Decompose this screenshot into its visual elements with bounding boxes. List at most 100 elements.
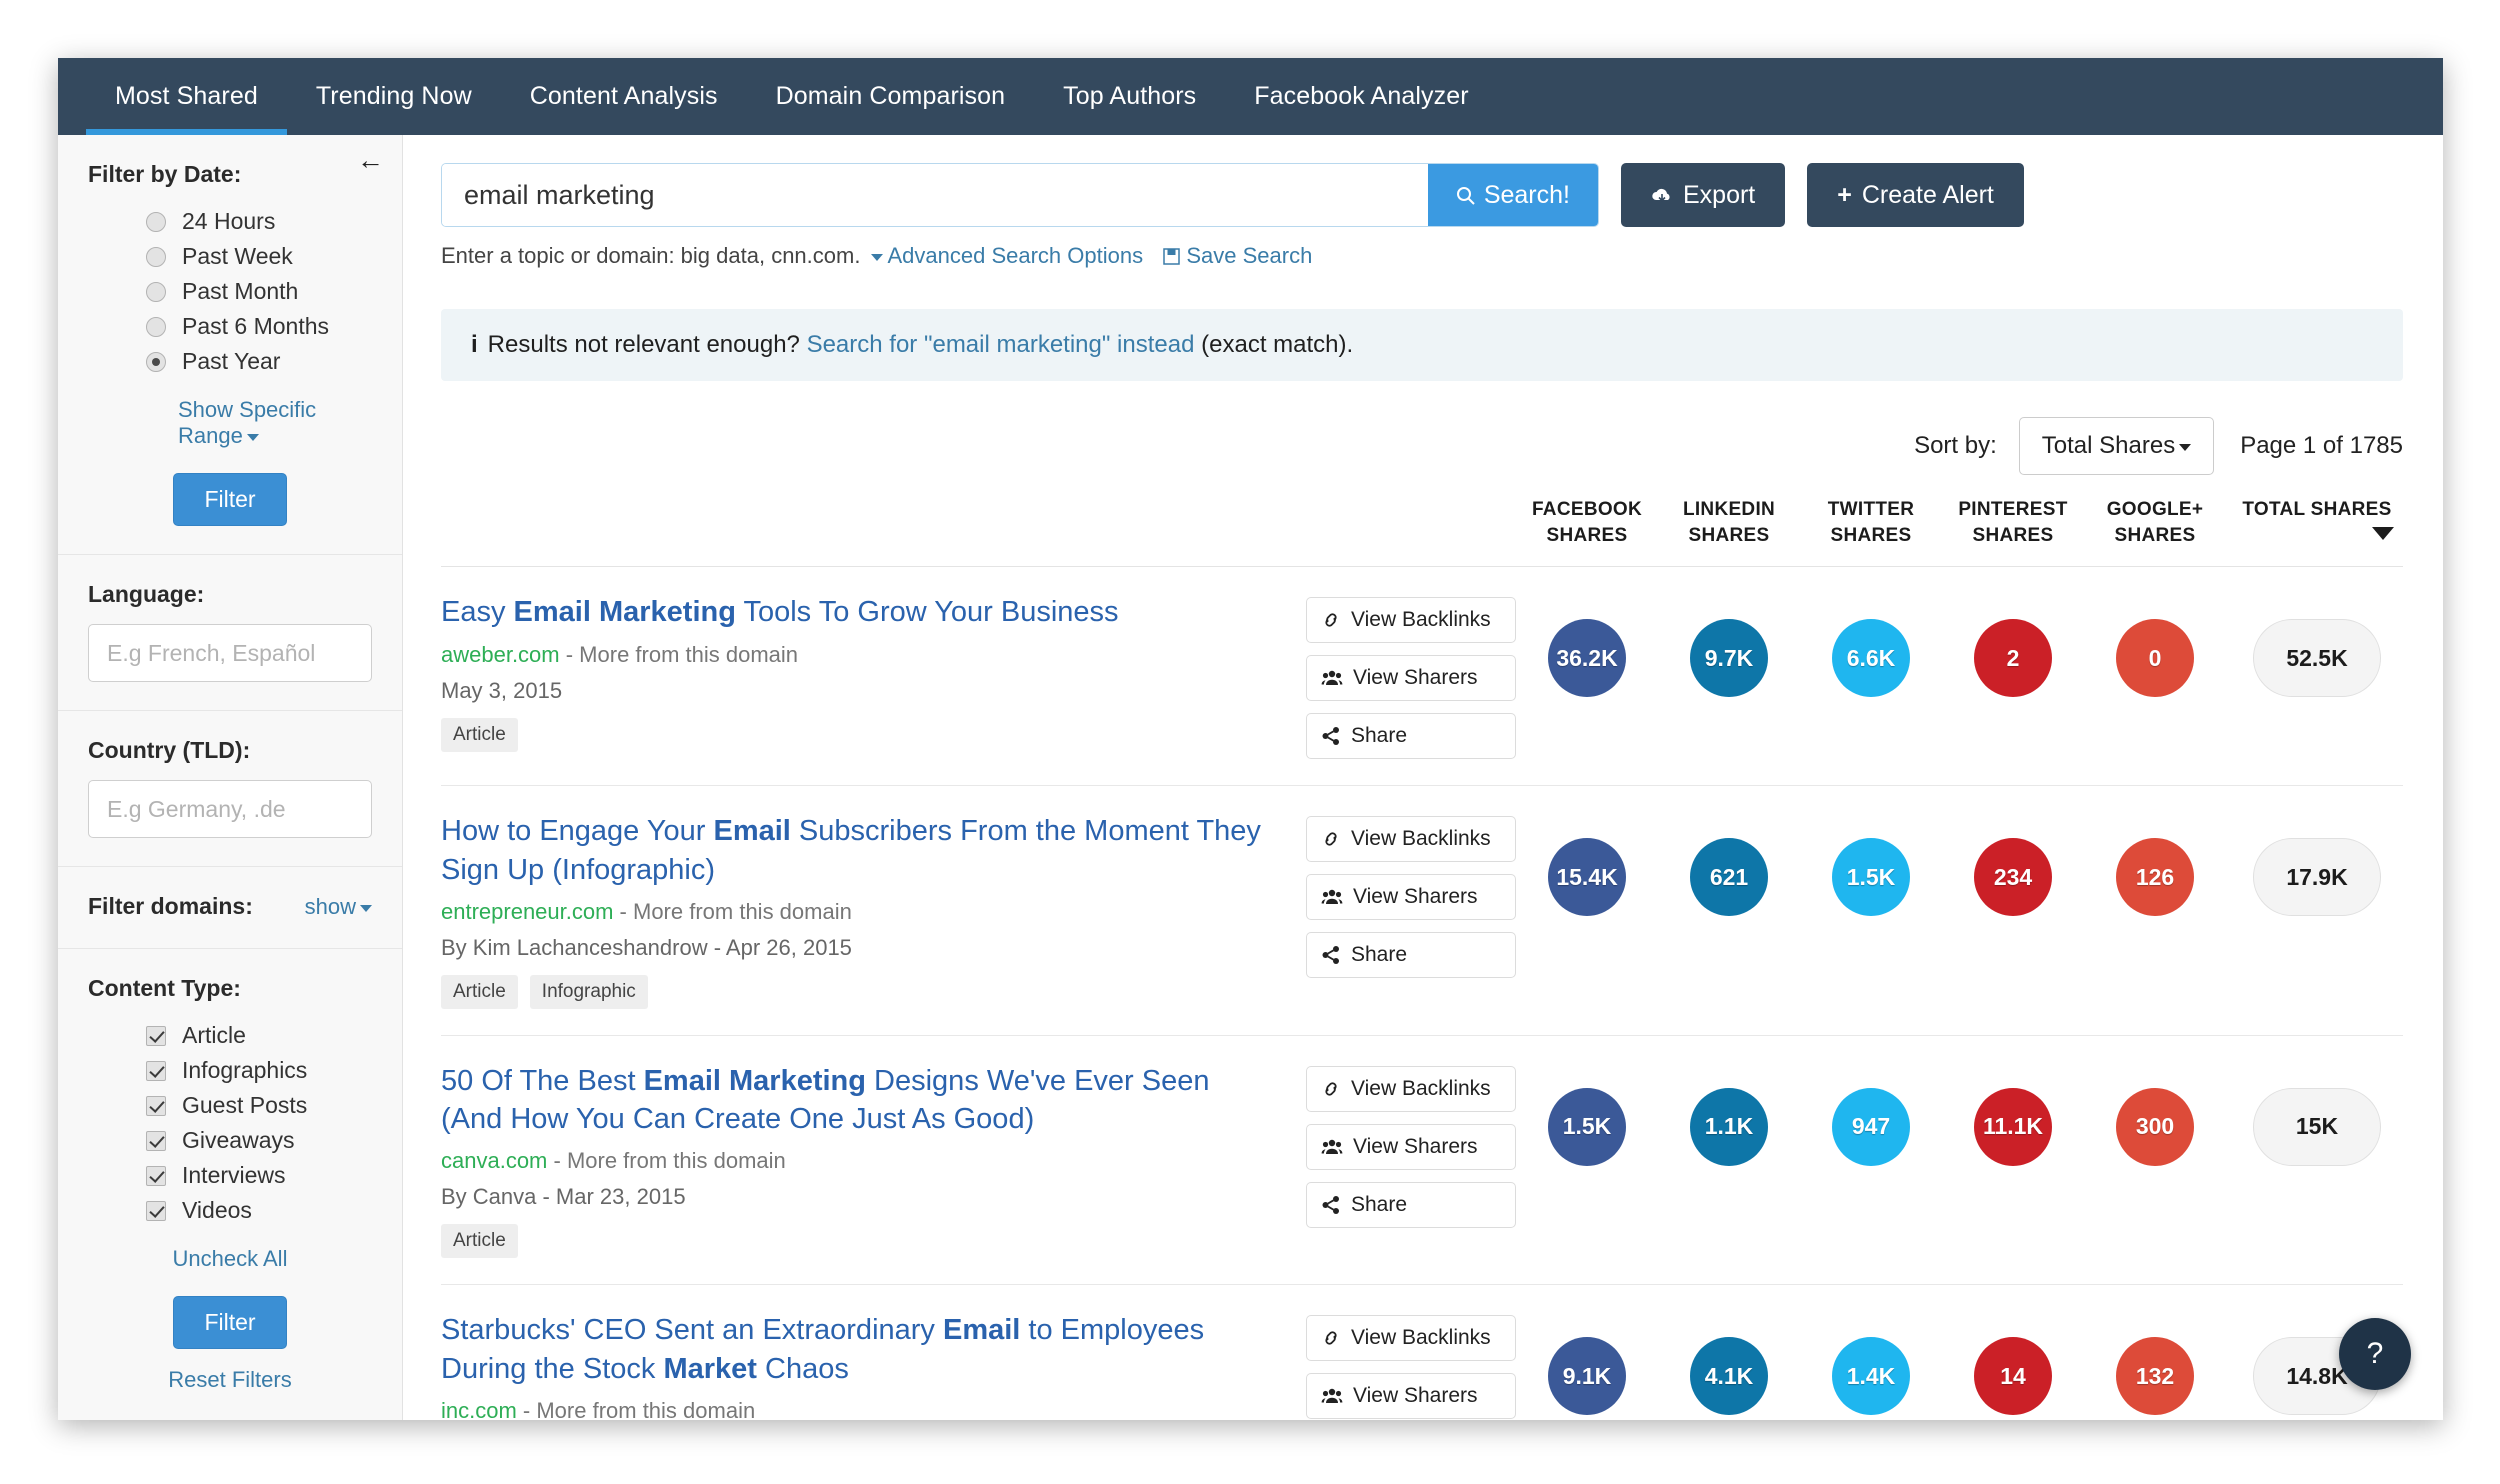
share-bubble-facebook: 15.4K bbox=[1548, 838, 1626, 917]
save-search-link[interactable]: Save Search bbox=[1163, 243, 1312, 268]
column-header-linkedin[interactable]: LINKEDIN SHARES bbox=[1658, 497, 1800, 548]
stat-cell-googleplus: 0 bbox=[2084, 619, 2226, 698]
search-hint-text: Enter a topic or domain: big data, cnn.c… bbox=[441, 243, 861, 268]
content-type-videos[interactable]: Videos bbox=[88, 1193, 372, 1228]
nav-tab-most-shared[interactable]: Most Shared bbox=[86, 58, 287, 135]
result-domain-suffix[interactable]: - More from this domain bbox=[517, 1398, 755, 1420]
search-row: Search! Export + Create Alert bbox=[441, 163, 2403, 227]
checkbox-icon[interactable] bbox=[146, 1060, 166, 1081]
checkbox-icon[interactable] bbox=[146, 1130, 166, 1151]
nav-tab-facebook-analyzer[interactable]: Facebook Analyzer bbox=[1225, 58, 1497, 135]
result-title-link[interactable]: Easy Email Marketing Tools To Grow Your … bbox=[441, 593, 1276, 631]
result-title-link[interactable]: 50 Of The Best Email Marketing Designs W… bbox=[441, 1062, 1276, 1139]
column-header-total[interactable]: TOTAL SHARES bbox=[2226, 497, 2408, 548]
sort-by-select[interactable]: Total Shares bbox=[2018, 417, 2215, 475]
checkbox-icon[interactable] bbox=[146, 1095, 166, 1116]
filter-domains-show-link[interactable]: show bbox=[305, 894, 372, 920]
content-type-article[interactable]: Article bbox=[88, 1018, 372, 1053]
content-filter-button[interactable]: Filter bbox=[173, 1296, 287, 1349]
column-header-pinterest[interactable]: PINTEREST SHARES bbox=[1942, 497, 2084, 548]
content-type-guest-posts[interactable]: Guest Posts bbox=[88, 1088, 372, 1123]
view-backlinks-button[interactable]: View Backlinks bbox=[1306, 816, 1516, 863]
date-option-24-hours[interactable]: 24 Hours bbox=[88, 204, 372, 239]
country-input[interactable] bbox=[88, 780, 372, 838]
result-domain-link[interactable]: canva.com bbox=[441, 1148, 547, 1173]
exact-match-search-link[interactable]: Search for "email marketing" instead bbox=[807, 331, 1195, 358]
radio-icon[interactable] bbox=[146, 246, 166, 267]
help-button[interactable]: ? bbox=[2339, 1318, 2411, 1390]
search-icon bbox=[1456, 186, 1475, 205]
result-domain-suffix[interactable]: - More from this domain bbox=[547, 1148, 786, 1173]
view-sharers-button[interactable]: View Sharers bbox=[1306, 874, 1516, 921]
nav-tab-top-authors[interactable]: Top Authors bbox=[1034, 58, 1225, 135]
date-option-past-6-months[interactable]: Past 6 Months bbox=[88, 309, 372, 344]
content-type-label: Interviews bbox=[182, 1162, 286, 1188]
result-domain-link[interactable]: entrepreneur.com bbox=[441, 899, 613, 924]
content-type-giveaways[interactable]: Giveaways bbox=[88, 1123, 372, 1158]
column-header-twitter[interactable]: TWITTER SHARES bbox=[1800, 497, 1942, 548]
share-button[interactable]: Share bbox=[1306, 1181, 1516, 1228]
country-section: Country (TLD): bbox=[58, 711, 402, 867]
radio-icon[interactable] bbox=[146, 316, 166, 337]
checkbox-icon[interactable] bbox=[146, 1165, 166, 1186]
country-title: Country (TLD): bbox=[88, 737, 251, 763]
content-type-interviews[interactable]: Interviews bbox=[88, 1158, 372, 1193]
nav-tab-domain-comparison[interactable]: Domain Comparison bbox=[747, 58, 1035, 135]
stat-cell-linkedin: 9.7K bbox=[1658, 619, 1800, 698]
action-button-label: View Backlinks bbox=[1351, 1326, 1491, 1350]
view-backlinks-button[interactable]: View Backlinks bbox=[1306, 1065, 1516, 1112]
stat-cell-pinterest: 14 bbox=[1942, 1337, 2084, 1416]
checkbox-icon[interactable] bbox=[146, 1025, 166, 1046]
share-button[interactable]: Share bbox=[1306, 932, 1516, 979]
result-title-link[interactable]: Starbucks' CEO Sent an Extraordinary Ema… bbox=[441, 1311, 1276, 1388]
date-filter-button[interactable]: Filter bbox=[173, 473, 287, 526]
view-backlinks-button[interactable]: View Backlinks bbox=[1306, 1315, 1516, 1362]
reset-filters-link[interactable]: Reset Filters bbox=[88, 1367, 372, 1393]
date-option-label: Past 6 Months bbox=[182, 313, 330, 339]
view-backlinks-button[interactable]: View Backlinks bbox=[1306, 597, 1516, 644]
sort-descending-icon[interactable] bbox=[2372, 527, 2394, 540]
result-title-text: Chaos bbox=[756, 1352, 849, 1385]
sort-bar: Sort by: Total Shares Page 1 of 1785 bbox=[441, 417, 2403, 475]
nav-tab-content-analysis[interactable]: Content Analysis bbox=[501, 58, 747, 135]
date-filter-title: Filter by Date: bbox=[88, 161, 242, 187]
result-domain-link[interactable]: aweber.com bbox=[441, 642, 560, 667]
column-header-facebook[interactable]: FACEBOOK SHARES bbox=[1516, 497, 1658, 548]
checkbox-icon[interactable] bbox=[146, 1200, 166, 1221]
action-button-label: View Backlinks bbox=[1351, 827, 1491, 851]
column-header-line2: SHARES bbox=[1830, 524, 1912, 546]
uncheck-all-link[interactable]: Uncheck All bbox=[88, 1246, 372, 1272]
result-domain-suffix[interactable]: - More from this domain bbox=[560, 642, 798, 667]
share-icon bbox=[1322, 1195, 1339, 1214]
radio-icon[interactable] bbox=[146, 211, 166, 232]
create-alert-button[interactable]: + Create Alert bbox=[1807, 163, 2024, 227]
nav-tab-trending-now[interactable]: Trending Now bbox=[287, 58, 501, 135]
users-icon bbox=[1321, 671, 1343, 686]
search-input[interactable] bbox=[442, 164, 1428, 226]
result-domain-link[interactable]: inc.com bbox=[441, 1398, 517, 1420]
view-sharers-button[interactable]: View Sharers bbox=[1306, 1123, 1516, 1170]
language-input[interactable] bbox=[88, 624, 372, 682]
view-sharers-button[interactable]: View Sharers bbox=[1306, 655, 1516, 702]
share-button[interactable]: Share bbox=[1306, 713, 1516, 760]
result-title-text: Tools To Grow Your Business bbox=[735, 596, 1119, 629]
date-option-past-week[interactable]: Past Week bbox=[88, 239, 372, 274]
main-content: Search! Export + Create Alert bbox=[403, 135, 2443, 1420]
content-type-infographics[interactable]: Infographics bbox=[88, 1053, 372, 1088]
action-button-label: Share bbox=[1351, 724, 1408, 748]
link-icon bbox=[1325, 832, 1337, 846]
collapse-sidebar-icon[interactable]: ← bbox=[357, 147, 384, 174]
date-option-past-month[interactable]: Past Month bbox=[88, 274, 372, 309]
date-filter-options: 24 Hours Past Week Past Month Past 6 Months… bbox=[88, 204, 372, 379]
radio-icon[interactable] bbox=[146, 281, 166, 302]
result-domain-suffix[interactable]: - More from this domain bbox=[613, 899, 852, 924]
result-title-link[interactable]: How to Engage Your Email Subscribers Fro… bbox=[441, 812, 1276, 889]
column-header-googleplus[interactable]: GOOGLE+ SHARES bbox=[2084, 497, 2226, 548]
show-specific-range-link[interactable]: Show Specific Range bbox=[88, 397, 372, 449]
date-option-past-year[interactable]: Past Year bbox=[88, 344, 372, 379]
advanced-search-options-link[interactable]: Advanced Search Options bbox=[867, 243, 1150, 268]
export-button[interactable]: Export bbox=[1621, 163, 1786, 227]
radio-icon[interactable] bbox=[146, 351, 166, 372]
search-button[interactable]: Search! bbox=[1427, 164, 1598, 226]
view-sharers-button[interactable]: View Sharers bbox=[1306, 1373, 1516, 1420]
